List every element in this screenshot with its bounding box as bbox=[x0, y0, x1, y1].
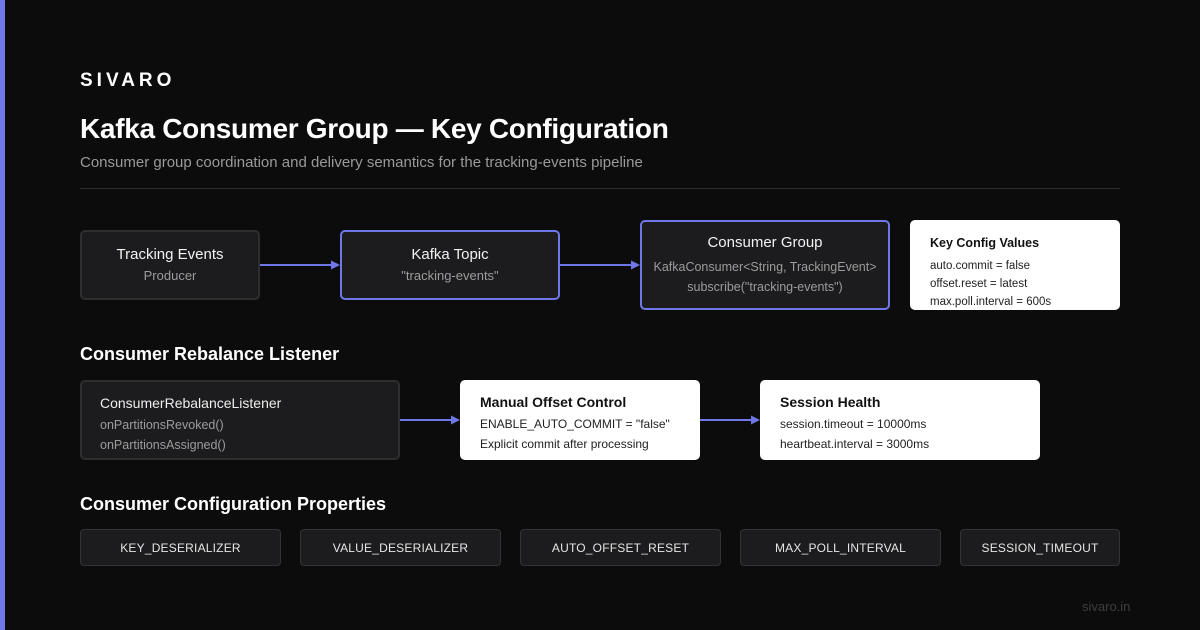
key-config-offset-reset: offset.reset = latest bbox=[930, 278, 1028, 290]
session-health-card: Session Health session.timeout = 10000ms… bbox=[760, 380, 1040, 460]
listener-revoked: onPartitionsRevoked() bbox=[100, 418, 224, 432]
property-session-timeout: SESSION_TIMEOUT bbox=[960, 529, 1120, 566]
producer-node: Tracking Events Producer bbox=[80, 230, 260, 300]
property-key-deserializer: KEY_DESERIALIZER bbox=[80, 529, 281, 566]
heartbeat-interval-value: heartbeat.interval = 3000ms bbox=[780, 437, 930, 451]
manual-offset-enable-auto-commit: ENABLE_AUTO_COMMIT = "false" bbox=[480, 417, 670, 431]
arrowhead-producer-to-topic bbox=[331, 260, 340, 270]
footer-url: sivaro.in bbox=[1082, 599, 1131, 614]
rebalance-listener-node: ConsumerRebalanceListener onPartitionsRe… bbox=[80, 380, 400, 460]
property-max-poll-interval: MAX_POLL_INTERVAL bbox=[740, 529, 941, 566]
rebalance-heading: Consumer Rebalance Listener bbox=[80, 344, 340, 364]
arrowhead-topic-to-consumer-group bbox=[631, 260, 640, 270]
manual-offset-title: Manual Offset Control bbox=[480, 394, 627, 410]
listener-assigned: onPartitionsAssigned() bbox=[100, 438, 226, 452]
session-timeout-value: session.timeout = 10000ms bbox=[780, 417, 927, 431]
topic-subtitle: "tracking-events" bbox=[401, 267, 499, 283]
arrowhead-listener-to-offset bbox=[451, 415, 460, 425]
key-config-max-poll: max.poll.interval = 600s bbox=[930, 296, 1052, 308]
manual-offset-explicit-commit: Explicit commit after processing bbox=[480, 437, 649, 451]
key-config-title: Key Config Values bbox=[930, 236, 1040, 250]
session-health-title: Session Health bbox=[780, 394, 881, 410]
consumer-group-title: Consumer Group bbox=[707, 234, 823, 251]
listener-title: ConsumerRebalanceListener bbox=[100, 395, 282, 411]
topic-title: Kafka Topic bbox=[411, 245, 489, 263]
consumer-group-node: Consumer Group KafkaConsumer<String, Tra… bbox=[640, 220, 890, 310]
key-config-auto-commit: auto.commit = false bbox=[930, 260, 1031, 272]
producer-title: Tracking Events bbox=[116, 245, 224, 263]
arrowhead-offset-to-session bbox=[751, 415, 760, 425]
kafka-topic-node: Kafka Topic "tracking-events" bbox=[340, 230, 560, 300]
properties-heading: Consumer Configuration Properties bbox=[80, 494, 387, 514]
producer-subtitle: Producer bbox=[143, 267, 197, 283]
key-config-card: Key Config Values auto.commit = false of… bbox=[910, 220, 1120, 310]
consumer-group-subscribe: subscribe("tracking-events") bbox=[687, 280, 843, 294]
property-auto-offset-reset: AUTO_OFFSET_RESET bbox=[520, 529, 721, 566]
property-value-deserializer: VALUE_DESERIALIZER bbox=[300, 529, 501, 566]
manual-offset-card: Manual Offset Control ENABLE_AUTO_COMMIT… bbox=[460, 380, 700, 460]
consumer-group-class: KafkaConsumer<String, TrackingEvent> bbox=[653, 260, 877, 274]
